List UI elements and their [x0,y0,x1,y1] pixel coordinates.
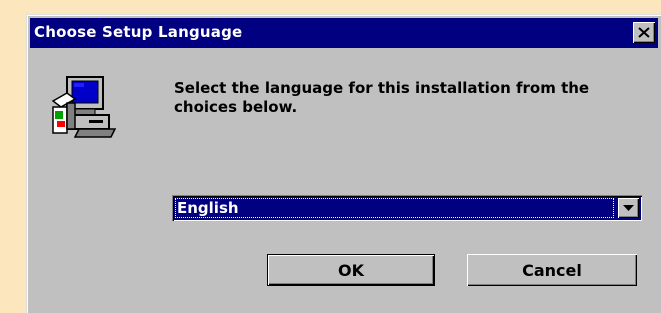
selected-language: English [177,199,239,217]
language-select[interactable]: English [172,195,642,221]
close-button[interactable] [633,22,655,43]
focus-rectangle [175,198,614,218]
ok-button[interactable]: OK [267,254,435,286]
language-dropdown-button[interactable] [618,198,639,218]
setup-language-dialog: Choose Setup Language Select the languag… [26,14,661,313]
computer-setup-icon [51,76,117,138]
chevron-down-icon [623,204,634,211]
instruction-text: Select the language for this installatio… [174,79,590,116]
dialog-title: Choose Setup Language [34,23,243,41]
cancel-button[interactable]: Cancel [467,254,637,286]
close-icon [638,27,650,38]
title-bar[interactable]: Choose Setup Language [30,18,658,48]
